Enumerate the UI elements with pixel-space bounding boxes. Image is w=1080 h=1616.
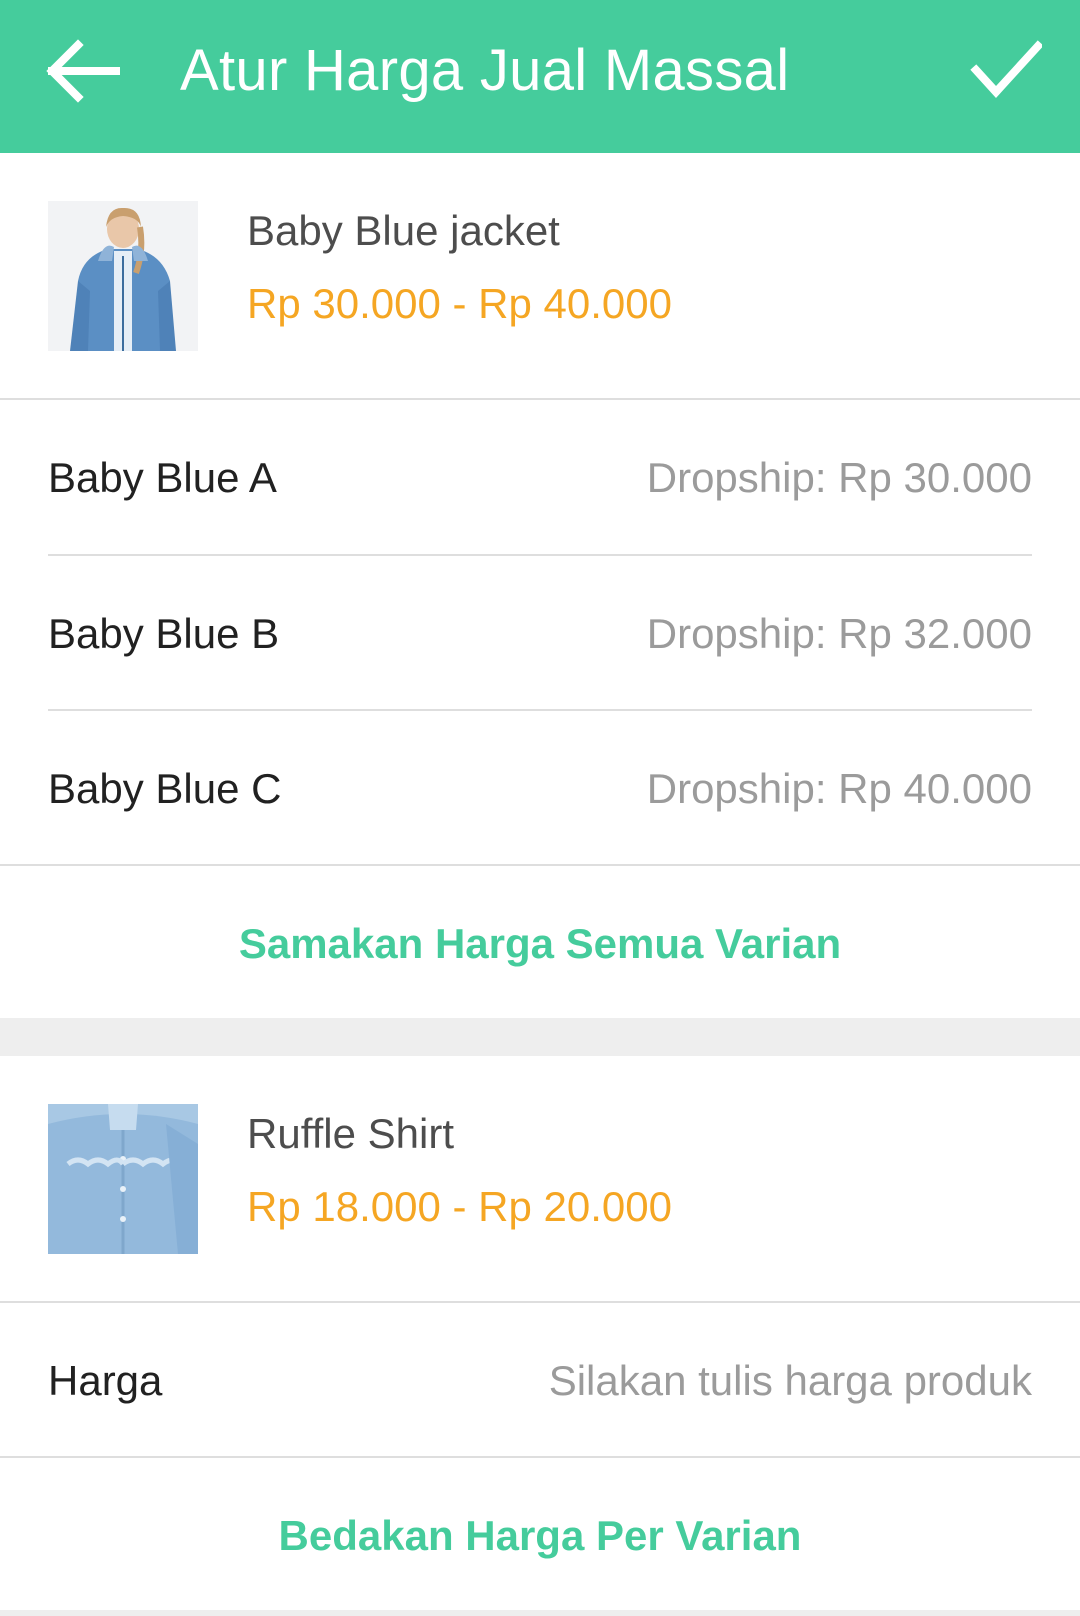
check-icon	[970, 40, 1044, 98]
back-arrow-icon	[46, 39, 120, 103]
jacket-image	[48, 201, 198, 351]
confirm-button[interactable]	[970, 40, 1044, 102]
product-price-range: Rp 30.000 - Rp 40.000	[247, 280, 672, 327]
product-name: Ruffle Shirt	[247, 1110, 454, 1157]
product-card-header: Baby Blue jacket Rp 30.000 - Rp 40.000	[0, 153, 1080, 398]
variant-name: Baby Blue B	[48, 609, 280, 657]
variant-dropship-price: Dropship: Rp 32.000	[646, 609, 1032, 657]
product-card-header: Ruffle Shirt Rp 18.000 - Rp 20.000	[0, 1056, 1080, 1301]
product-thumbnail	[48, 201, 198, 351]
app-screen: Atur Harga Jual Massal Baby Blue jacket …	[0, 0, 1080, 1616]
same-price-all-variants-button[interactable]: Samakan Harga Semua Varian	[0, 870, 1080, 1018]
different-price-per-variant-button[interactable]: Bedakan Harga Per Varian	[0, 1462, 1080, 1610]
section-separator	[0, 1018, 1080, 1056]
product-name: Baby Blue jacket	[247, 207, 560, 254]
divider	[0, 1456, 1080, 1458]
page-title: Atur Harga Jual Massal	[180, 38, 790, 103]
product-price-range: Rp 18.000 - Rp 20.000	[247, 1183, 672, 1230]
variant-row[interactable]: Baby Blue C Dropship: Rp 40.000	[0, 711, 1080, 866]
product-thumbnail	[48, 1104, 198, 1254]
back-button[interactable]	[44, 38, 124, 104]
price-input[interactable]: Silakan tulis harga produk	[549, 1356, 1032, 1406]
divider	[0, 864, 1080, 866]
variant-row[interactable]: Baby Blue B Dropship: Rp 32.000	[0, 556, 1080, 711]
shirt-image	[48, 1104, 198, 1254]
variant-name: Baby Blue C	[48, 764, 282, 812]
variant-dropship-price: Dropship: Rp 30.000	[646, 453, 1032, 501]
variant-row[interactable]: Baby Blue A Dropship: Rp 30.000	[0, 400, 1080, 555]
price-input-row[interactable]: Harga Silakan tulis harga produk	[0, 1303, 1080, 1458]
section-separator	[0, 1610, 1080, 1616]
variant-dropship-price: Dropship: Rp 40.000	[646, 764, 1032, 812]
app-bar: Atur Harga Jual Massal	[0, 0, 1080, 153]
price-label: Harga	[48, 1356, 163, 1404]
variant-name: Baby Blue A	[48, 453, 277, 501]
